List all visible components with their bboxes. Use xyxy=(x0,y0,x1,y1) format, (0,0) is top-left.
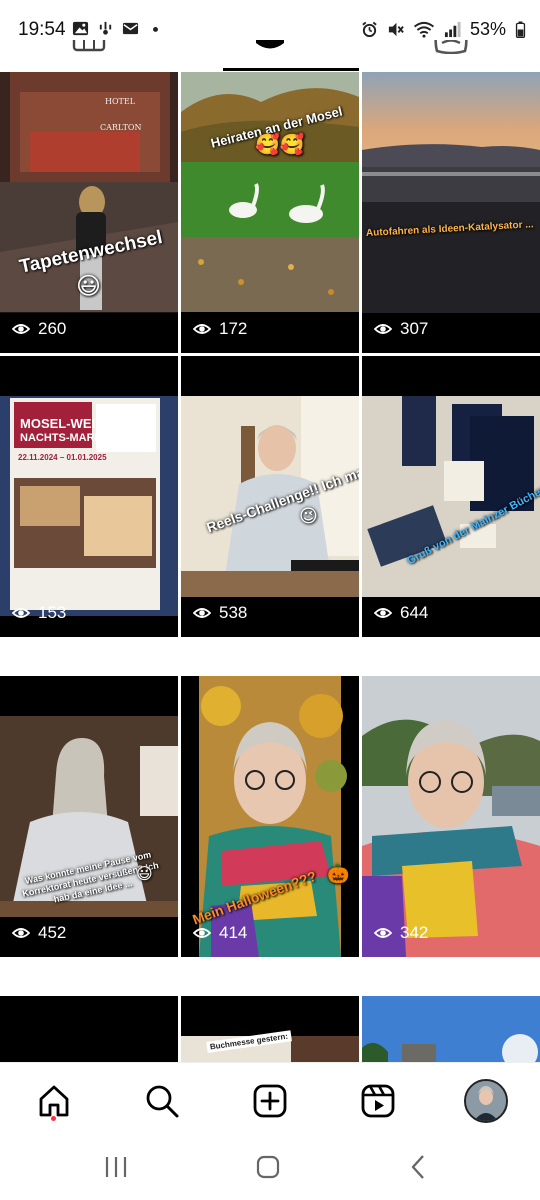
view-count-value: 538 xyxy=(219,603,248,622)
bottom-nav xyxy=(0,1062,540,1136)
nav-search[interactable] xyxy=(142,1081,182,1121)
reel-thumbnail xyxy=(362,676,540,957)
view-count: 342 xyxy=(374,923,428,943)
view-count: 172 xyxy=(193,319,247,339)
eye-icon xyxy=(374,324,392,334)
active-tab-indicator xyxy=(223,68,359,71)
gallery-icon xyxy=(72,21,89,36)
reel-caption-emoji: 🎃 xyxy=(327,864,350,884)
view-count-value: 342 xyxy=(400,923,429,942)
view-count: 538 xyxy=(193,603,247,623)
home-icon xyxy=(39,1085,69,1117)
reel-caption-emoji: 😃 xyxy=(136,866,153,883)
recents-button[interactable] xyxy=(101,1152,131,1182)
battery-icon xyxy=(515,21,526,38)
reel-thumbnail: HOTEL CARLTON xyxy=(0,72,178,353)
voicemail-icon xyxy=(99,21,112,35)
eye-icon xyxy=(374,928,392,938)
status-time: 19:54 xyxy=(18,19,66,40)
eye-icon xyxy=(193,324,211,334)
search-icon xyxy=(146,1085,179,1118)
reel-tile[interactable]: Was konnte meine Pause vom Korrektorat h… xyxy=(0,676,178,957)
view-count: 414 xyxy=(193,923,247,943)
view-count: 452 xyxy=(12,923,66,943)
alarm-icon xyxy=(362,21,377,38)
view-count-value: 452 xyxy=(38,923,67,942)
reel-thumbnail xyxy=(362,356,540,637)
reel-tile[interactable]: Heiraten an der Mosel 🥰🥰 172 xyxy=(181,72,359,353)
eye-icon xyxy=(374,608,392,618)
eye-icon xyxy=(193,608,211,618)
reels-tab-icon[interactable] xyxy=(254,40,286,54)
reel-caption-emoji: 😉 xyxy=(299,506,318,526)
reel-tile[interactable]: Reels-Challenge!! Ich mach mit 😉 538 xyxy=(181,356,359,637)
reel-tile[interactable] xyxy=(0,996,178,1062)
poster-title: MOSEL-WEIN xyxy=(20,416,105,431)
create-icon xyxy=(253,1084,287,1118)
signal-icon xyxy=(444,21,461,38)
reels-grid: HOTEL CARLTON Tapetenwechsel 😃 260 Heira… xyxy=(0,72,540,1062)
battery-percent: 53% xyxy=(469,19,506,39)
reel-thumbnail xyxy=(0,676,178,957)
back-chevron-icon xyxy=(411,1155,424,1179)
view-count-value: 260 xyxy=(38,319,67,338)
reel-tile[interactable]: HOTEL CARLTON Tapetenwechsel 😃 260 xyxy=(0,72,178,353)
reel-thumbnail xyxy=(362,996,540,1062)
nav-home[interactable] xyxy=(34,1081,74,1121)
mute-icon xyxy=(388,22,404,37)
grid-tab-icon[interactable] xyxy=(72,40,106,54)
system-nav xyxy=(0,1136,540,1200)
mail-icon xyxy=(122,22,139,35)
reel-thumbnail xyxy=(362,72,540,353)
view-count: 260 xyxy=(12,319,66,339)
reel-tile[interactable]: Autofahren als Ideen-Katalysator ... 307 xyxy=(362,72,540,353)
reel-tile[interactable]: Gruß von der Mainzer Büchermesse 2024 64… xyxy=(362,356,540,637)
eye-icon xyxy=(12,324,30,334)
home-square-icon xyxy=(256,1155,280,1179)
poster-dates: 22.11.2024 – 01.01.2025 xyxy=(18,453,107,462)
nav-profile[interactable] xyxy=(462,1077,510,1125)
reel-tile[interactable]: 342 xyxy=(362,676,540,957)
eye-icon xyxy=(12,928,30,938)
reel-tile[interactable]: Buchmesse gestern: xyxy=(181,996,359,1062)
reels-icon xyxy=(361,1084,395,1118)
home-button[interactable] xyxy=(253,1152,283,1182)
recents-icon xyxy=(105,1157,127,1177)
dot-icon xyxy=(153,26,158,32)
view-count-value: 644 xyxy=(400,603,429,622)
view-count: 307 xyxy=(374,319,428,339)
eye-icon xyxy=(12,608,30,618)
view-count-value: 153 xyxy=(38,603,67,622)
eye-icon xyxy=(193,928,211,938)
svg-text:HOTEL: HOTEL xyxy=(105,97,136,106)
view-count: 644 xyxy=(374,603,428,623)
poster-subtitle: NACHTS-MARKT xyxy=(20,432,110,444)
view-count-value: 414 xyxy=(219,923,248,942)
reel-tile[interactable]: MOSEL-WEIN NACHTS-MARKT 22.11.2024 – 01.… xyxy=(0,356,178,637)
reel-caption-emoji: 😃 xyxy=(76,273,102,300)
view-count-value: 307 xyxy=(400,319,429,338)
reel-thumbnail xyxy=(0,356,178,637)
tagged-tab-icon[interactable] xyxy=(432,40,470,54)
svg-text:CARLTON: CARLTON xyxy=(100,123,141,132)
back-button[interactable] xyxy=(404,1152,434,1182)
reel-tile[interactable] xyxy=(362,996,540,1062)
view-count-value: 172 xyxy=(219,319,248,338)
reel-caption-emoji: 🥰🥰 xyxy=(255,134,305,156)
nav-create[interactable] xyxy=(250,1081,290,1121)
profile-avatar xyxy=(464,1079,508,1123)
reel-tile[interactable]: Mein Halloween??? 🎃 414 xyxy=(181,676,359,957)
reel-thumbnail xyxy=(0,996,178,1062)
notification-dot xyxy=(51,1116,56,1121)
nav-reels[interactable] xyxy=(358,1081,398,1121)
wifi-icon xyxy=(413,21,435,38)
view-count: 153 xyxy=(12,603,66,623)
